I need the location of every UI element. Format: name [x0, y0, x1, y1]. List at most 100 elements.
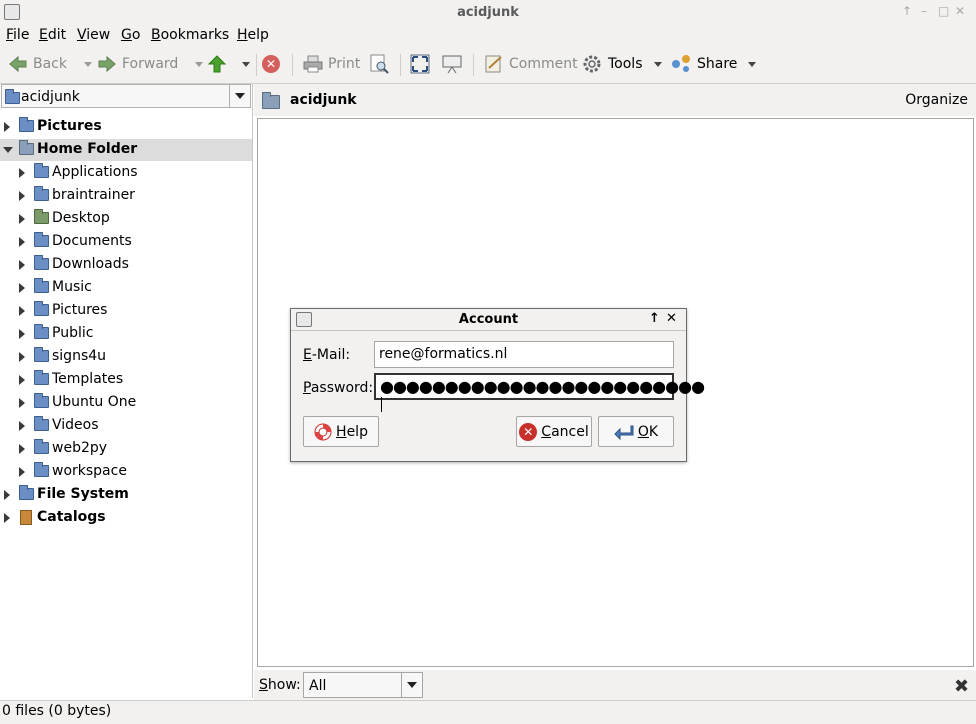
folder-icon — [19, 485, 34, 500]
tree-item-signs4u[interactable]: signs4u — [0, 346, 252, 368]
maximize-icon[interactable]: ↑ — [902, 4, 912, 18]
menu-help[interactable]: Help — [237, 27, 269, 43]
folder-icon — [34, 462, 49, 477]
minimize-icon[interactable]: – — [921, 4, 927, 18]
toolbar: Back Forward ✕ Print Comment Tools Share — [0, 46, 976, 84]
expander-icon[interactable] — [19, 168, 25, 178]
tree-item-applications[interactable]: Applications — [0, 162, 252, 184]
tree-item-templates[interactable]: Templates — [0, 369, 252, 391]
print-preview-button[interactable] — [369, 52, 389, 76]
up-dropdown-icon[interactable] — [242, 61, 250, 67]
back-dropdown-icon[interactable] — [84, 61, 92, 67]
comment-button[interactable]: Comment — [484, 52, 578, 76]
help-button[interactable]: Help — [303, 416, 379, 447]
dialog-close-icon[interactable]: ✕ — [666, 311, 677, 326]
tree-item-braintrainer[interactable]: braintrainer — [0, 185, 252, 207]
tree-item-desktop[interactable]: Desktop — [0, 208, 252, 230]
tree-item-documents[interactable]: Documents — [0, 231, 252, 253]
folder-icon — [34, 278, 49, 293]
tree-item-file-system[interactable]: File System — [0, 484, 252, 506]
browser-header — [254, 84, 976, 116]
folder-icon — [34, 186, 49, 201]
expander-icon[interactable] — [4, 490, 10, 500]
organize-button[interactable]: Organize — [905, 92, 968, 108]
print-button[interactable]: Print — [303, 52, 360, 76]
email-field[interactable]: rene@formatics.nl — [374, 341, 674, 368]
expander-icon[interactable] — [19, 421, 25, 431]
expander-icon[interactable] — [19, 283, 25, 293]
expander-icon[interactable] — [19, 237, 25, 247]
fullscreen-button[interactable] — [410, 52, 430, 76]
tree-item-catalogs[interactable]: Catalogs — [0, 507, 252, 529]
dialog-pin-icon[interactable]: ↑ — [649, 311, 660, 326]
tree-item-downloads[interactable]: Downloads — [0, 254, 252, 276]
close-filter-icon[interactable]: ✖ — [954, 676, 969, 697]
printer-icon — [303, 55, 323, 73]
cancel-button[interactable]: ✕ Cancel — [516, 416, 592, 447]
password-field[interactable]: ●●●●●●●●●●●●●●●●●●●●●●●●● — [374, 373, 705, 412]
ok-button[interactable]: OK — [598, 416, 674, 447]
expander-icon[interactable] — [19, 444, 25, 454]
back-button[interactable]: Back — [8, 52, 92, 76]
share-button[interactable]: Share — [670, 52, 757, 76]
menu-view[interactable]: View — [77, 27, 110, 43]
folder-icon — [34, 370, 49, 385]
catalog-icon — [20, 510, 32, 525]
expander-icon[interactable] — [19, 191, 25, 201]
window-title: acidjunk — [457, 5, 519, 20]
tree-item-pictures-sub[interactable]: Pictures — [0, 300, 252, 322]
dialog-titlebar[interactable]: Account ↑ ✕ — [291, 309, 686, 331]
stop-button[interactable]: ✕ — [262, 52, 280, 76]
forward-arrow-icon — [98, 55, 116, 73]
expander-icon[interactable] — [19, 214, 25, 224]
show-dropdown-button[interactable] — [401, 673, 422, 697]
expander-icon[interactable] — [19, 467, 25, 477]
expander-icon[interactable] — [19, 260, 25, 270]
tree-item-public[interactable]: Public — [0, 323, 252, 345]
menu-file[interactable]: File — [6, 27, 29, 43]
expander-icon[interactable] — [19, 306, 25, 316]
current-folder-icon — [262, 92, 280, 109]
expander-icon[interactable] — [19, 375, 25, 385]
expander-icon[interactable] — [3, 147, 13, 153]
close-icon[interactable]: ✕ — [955, 4, 965, 18]
restore-icon[interactable]: □ — [938, 4, 949, 18]
tree-item-web2py[interactable]: web2py — [0, 438, 252, 460]
folder-icon — [34, 324, 49, 339]
dialog-title: Account — [458, 312, 519, 327]
password-label: Password: — [303, 380, 374, 396]
tree-item-home-folder[interactable]: Home Folder — [0, 139, 252, 161]
menubar: File Edit View Go Bookmarks Help — [0, 24, 976, 46]
folder-icon — [34, 416, 49, 431]
slideshow-button[interactable] — [442, 52, 462, 76]
location-dropdown-button[interactable] — [229, 85, 250, 107]
folder-icon — [34, 232, 49, 247]
expander-icon[interactable] — [4, 122, 10, 132]
expander-icon[interactable] — [19, 398, 25, 408]
location-combo[interactable]: acidjunk — [1, 84, 251, 108]
folder-icon — [34, 439, 49, 454]
show-label: Show: — [259, 677, 301, 693]
show-filter-combo[interactable]: All — [303, 672, 423, 698]
expander-icon[interactable] — [19, 329, 25, 339]
share-icon — [672, 55, 690, 72]
forward-dropdown-icon[interactable] — [195, 61, 204, 67]
expander-icon[interactable] — [19, 352, 25, 362]
tree-item-music[interactable]: Music — [0, 277, 252, 299]
tools-button[interactable]: Tools — [581, 52, 662, 76]
expander-icon[interactable] — [4, 513, 10, 523]
tree-item-ubuntu-one[interactable]: Ubuntu One — [0, 392, 252, 414]
toolbar-separator — [256, 54, 257, 76]
fullscreen-icon — [410, 54, 430, 74]
menu-go[interactable]: Go — [121, 27, 140, 43]
menu-edit[interactable]: Edit — [39, 27, 66, 43]
up-button[interactable] — [207, 52, 250, 76]
tree-item-pictures[interactable]: Pictures — [0, 116, 252, 138]
tree-item-videos[interactable]: Videos — [0, 415, 252, 437]
desktop-icon — [34, 209, 49, 224]
menu-bookmarks[interactable]: Bookmarks — [151, 27, 229, 43]
forward-button[interactable]: Forward — [97, 52, 204, 76]
print-preview-icon — [370, 54, 389, 74]
email-label: E-Mail: — [303, 347, 351, 363]
tree-item-workspace[interactable]: workspace — [0, 461, 252, 483]
